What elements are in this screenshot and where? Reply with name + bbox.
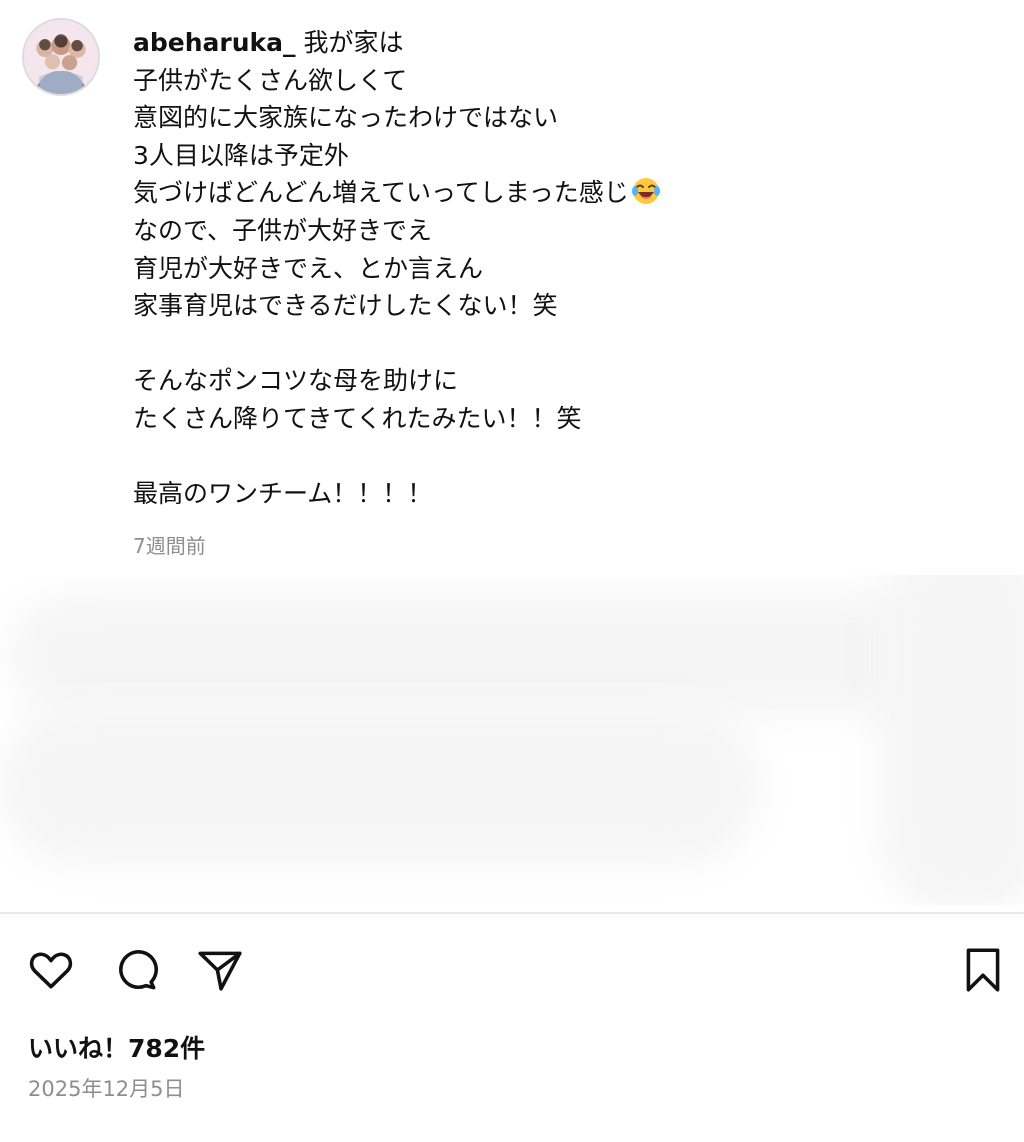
blur-shape: [880, 575, 1024, 905]
post-actions-bar: [0, 940, 1024, 1000]
username-link[interactable]: abeharuka_: [133, 28, 296, 57]
caption-line: 育児が大好きでえ、とか言えん: [133, 253, 484, 283]
blur-shape: [0, 705, 760, 865]
face-with-tears-of-joy-icon: [631, 178, 660, 205]
save-button[interactable]: [955, 940, 1011, 1000]
blur-shape: [10, 595, 940, 715]
post-caption: abeharuka_ 我が家は 子供がたくさん欲しくて 意図的に大家族になったわ…: [133, 24, 993, 513]
caption-line: そんなポンコツな母を助けに: [133, 366, 459, 396]
post-date: 2025年12月5日: [28, 1077, 185, 1101]
paper-plane-icon: [198, 951, 242, 991]
post-time-ago[interactable]: 7週間前: [133, 530, 206, 559]
caption-line: 家事育児はできるだけしたくない！笑: [133, 291, 558, 321]
comment-button[interactable]: [108, 940, 164, 1000]
caption-first-line: 我が家は: [303, 28, 404, 57]
caption-line: 意図的に大家族になったわけではない: [133, 103, 559, 133]
caption-line: なので、子供が大好きでえ: [133, 215, 433, 245]
instagram-post: abeharuka_ 我が家は 子供がたくさん欲しくて 意図的に大家族になったわ…: [0, 0, 1024, 1142]
bookmark-icon: [966, 948, 1000, 992]
likes-count[interactable]: いいね！782件: [28, 1029, 205, 1065]
caption-line: 気づけばどんどん増えていってしまった感じ: [133, 178, 629, 208]
heart-icon: [29, 952, 73, 989]
blurred-comments-area: [0, 575, 1024, 905]
avatar-photo: [24, 20, 98, 94]
caption-line: たくさん降りてきてくれたみたい！！笑: [133, 403, 582, 433]
caption-line: 3人目以降は予定外: [133, 140, 349, 170]
user-avatar[interactable]: [22, 18, 100, 96]
speech-bubble-icon: [119, 950, 158, 990]
caption-line: 最高のワンチーム！！！！: [133, 479, 433, 509]
caption-line: 子供がたくさん欲しくて: [133, 65, 408, 95]
like-button[interactable]: [23, 940, 79, 1000]
actions-divider: [0, 912, 1024, 914]
share-button[interactable]: [192, 940, 248, 1000]
